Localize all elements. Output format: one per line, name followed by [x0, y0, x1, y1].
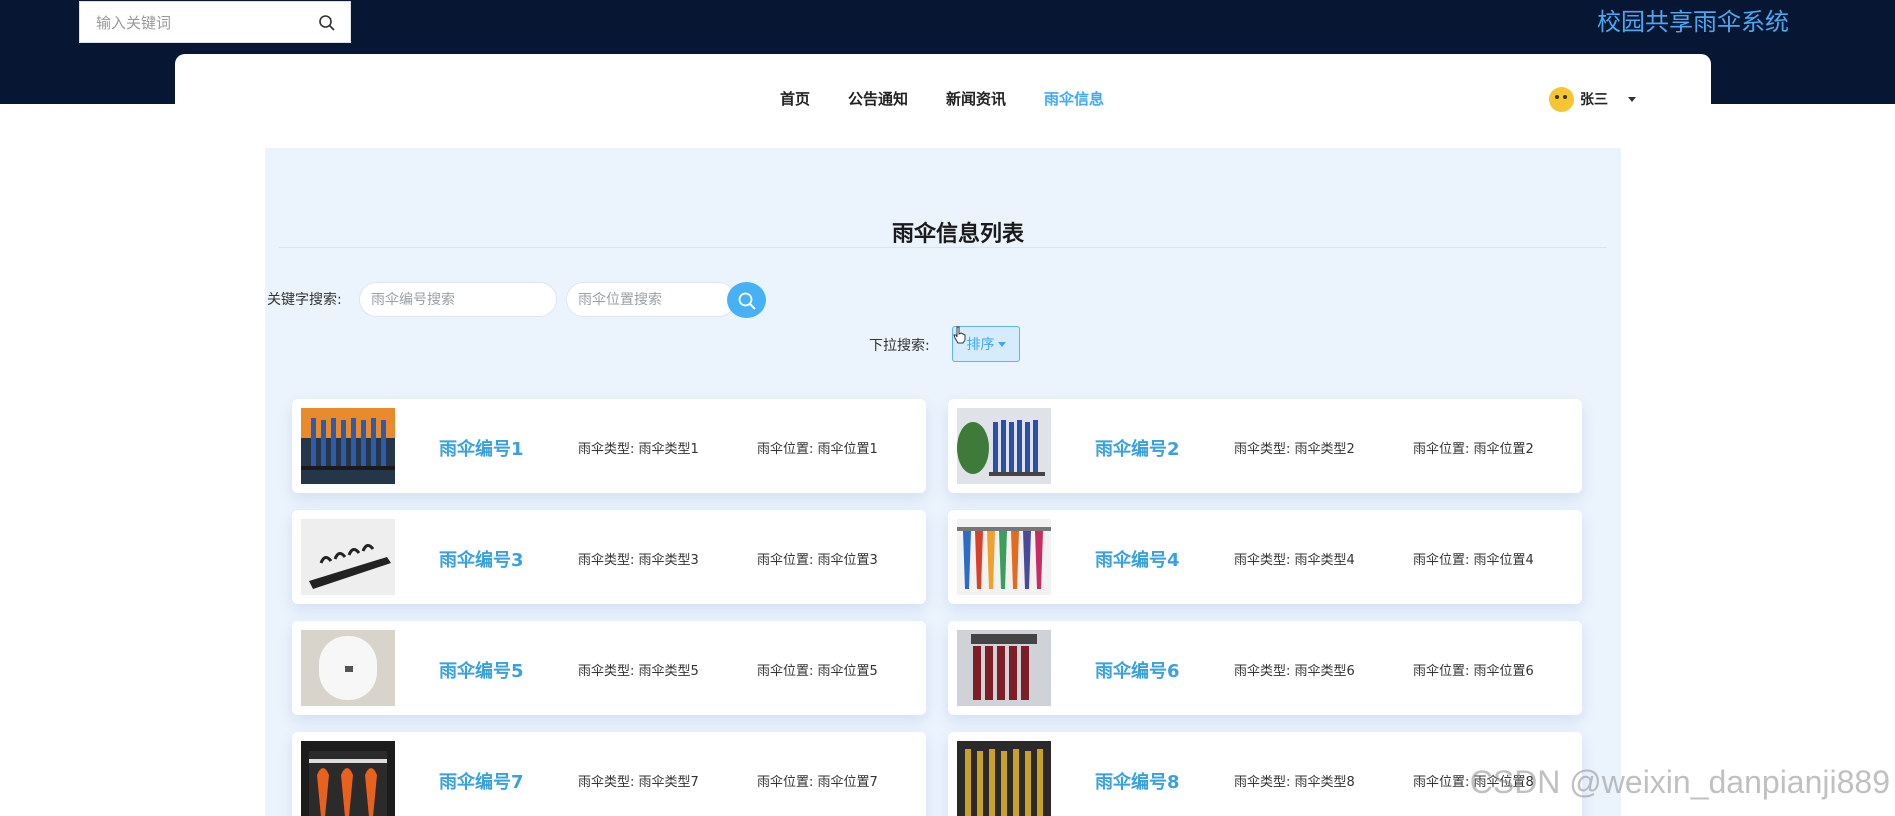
header-search-box[interactable]	[79, 1, 351, 43]
umbrella-card[interactable]: 雨伞编号4 雨伞类型: 雨伞类型4 雨伞位置: 雨伞位置4	[948, 510, 1582, 604]
nav-item-umbrella-info[interactable]: 雨伞信息	[1044, 88, 1104, 109]
umbrella-type: 雨伞类型: 雨伞类型4	[1234, 553, 1355, 568]
chevron-down-icon[interactable]	[1628, 96, 1636, 102]
search-icon[interactable]	[318, 14, 336, 32]
umbrella-number[interactable]: 雨伞编号2	[1095, 435, 1180, 461]
keyword-search-label: 关键字搜索:	[267, 292, 342, 308]
nav-menu: 首页 公告通知 新闻资讯 雨伞信息	[175, 88, 1711, 116]
umbrella-type: 雨伞类型: 雨伞类型5	[578, 664, 699, 679]
title-divider	[279, 247, 1607, 248]
search-icon	[738, 292, 756, 310]
header-search-input[interactable]	[96, 10, 316, 36]
umbrella-location: 雨伞位置: 雨伞位置1	[757, 442, 878, 457]
umbrella-photo	[301, 519, 395, 595]
site-title: 校园共享雨伞系统	[1597, 8, 1789, 36]
dropdown-search-label: 下拉搜索:	[869, 338, 930, 354]
nav-item-news[interactable]: 新闻资讯	[946, 88, 1006, 109]
umbrella-card[interactable]: 雨伞编号5 雨伞类型: 雨伞类型5 雨伞位置: 雨伞位置5	[292, 621, 926, 715]
umbrella-location: 雨伞位置: 雨伞位置2	[1413, 442, 1534, 457]
umbrella-number[interactable]: 雨伞编号1	[439, 435, 524, 461]
umbrella-type: 雨伞类型: 雨伞类型7	[578, 775, 699, 790]
umbrella-location: 雨伞位置: 雨伞位置4	[1413, 553, 1534, 568]
umbrella-number[interactable]: 雨伞编号6	[1095, 657, 1180, 683]
nav-item-home[interactable]: 首页	[780, 88, 810, 109]
umbrella-card[interactable]: 雨伞编号7 雨伞类型: 雨伞类型7 雨伞位置: 雨伞位置7	[292, 732, 926, 816]
umbrella-number[interactable]: 雨伞编号8	[1095, 768, 1180, 794]
umbrella-photo	[301, 630, 395, 706]
page-title: 雨伞信息列表	[891, 222, 1024, 247]
user-menu[interactable]: 张三	[1549, 86, 1636, 112]
umbrella-number[interactable]: 雨伞编号4	[1095, 546, 1180, 572]
umbrella-location: 雨伞位置: 雨伞位置7	[757, 775, 878, 790]
umbrella-number[interactable]: 雨伞编号3	[439, 546, 524, 572]
search-button[interactable]	[727, 282, 766, 318]
hand-cursor-icon	[953, 326, 966, 344]
umbrella-card[interactable]: 雨伞编号6 雨伞类型: 雨伞类型6 雨伞位置: 雨伞位置6	[948, 621, 1582, 715]
umbrella-photo	[301, 741, 395, 816]
umbrella-card[interactable]: 雨伞编号3 雨伞类型: 雨伞类型3 雨伞位置: 雨伞位置3	[292, 510, 926, 604]
umbrella-location: 雨伞位置: 雨伞位置3	[757, 553, 878, 568]
umbrella-photo	[957, 741, 1051, 816]
umbrella-card[interactable]: 雨伞编号1 雨伞类型: 雨伞类型1 雨伞位置: 雨伞位置1	[292, 399, 926, 493]
umbrella-number[interactable]: 雨伞编号7	[439, 768, 524, 794]
umbrella-type: 雨伞类型: 雨伞类型2	[1234, 442, 1355, 457]
umbrella-location: 雨伞位置: 雨伞位置6	[1413, 664, 1534, 679]
umbrella-photo	[301, 408, 395, 484]
caret-down-icon	[997, 341, 1006, 347]
umbrella-card[interactable]: 雨伞编号2 雨伞类型: 雨伞类型2 雨伞位置: 雨伞位置2	[948, 399, 1582, 493]
number-search-field[interactable]	[359, 282, 557, 317]
main-panel: 雨伞信息列表 关键字搜索: 下拉搜索: 排序	[265, 148, 1621, 816]
umbrella-type: 雨伞类型: 雨伞类型1	[578, 442, 699, 457]
umbrella-photo	[957, 519, 1051, 595]
umbrella-type: 雨伞类型: 雨伞类型6	[1234, 664, 1355, 679]
watermark: CSDN @weixin_danpianji889	[1469, 764, 1890, 800]
location-search-input[interactable]	[578, 289, 718, 311]
location-search-field[interactable]	[566, 282, 736, 317]
umbrella-photo	[957, 408, 1051, 484]
number-search-input[interactable]	[371, 289, 541, 311]
umbrella-number[interactable]: 雨伞编号5	[439, 657, 524, 683]
user-name: 张三	[1580, 92, 1608, 108]
avatar	[1549, 86, 1574, 112]
nav-bar: 首页 公告通知 新闻资讯 雨伞信息 张三	[175, 54, 1711, 112]
umbrella-photo	[957, 630, 1051, 706]
umbrella-type: 雨伞类型: 雨伞类型8	[1234, 775, 1355, 790]
umbrella-location: 雨伞位置: 雨伞位置5	[757, 664, 878, 679]
nav-item-notices[interactable]: 公告通知	[848, 88, 908, 109]
sort-label: 排序	[966, 337, 995, 353]
umbrella-type: 雨伞类型: 雨伞类型3	[578, 553, 699, 568]
page: 校园共享雨伞系统 首页 公告通知 新闻资讯 雨伞信息 张三 雨伞信息列表 关键字…	[0, 0, 1895, 816]
